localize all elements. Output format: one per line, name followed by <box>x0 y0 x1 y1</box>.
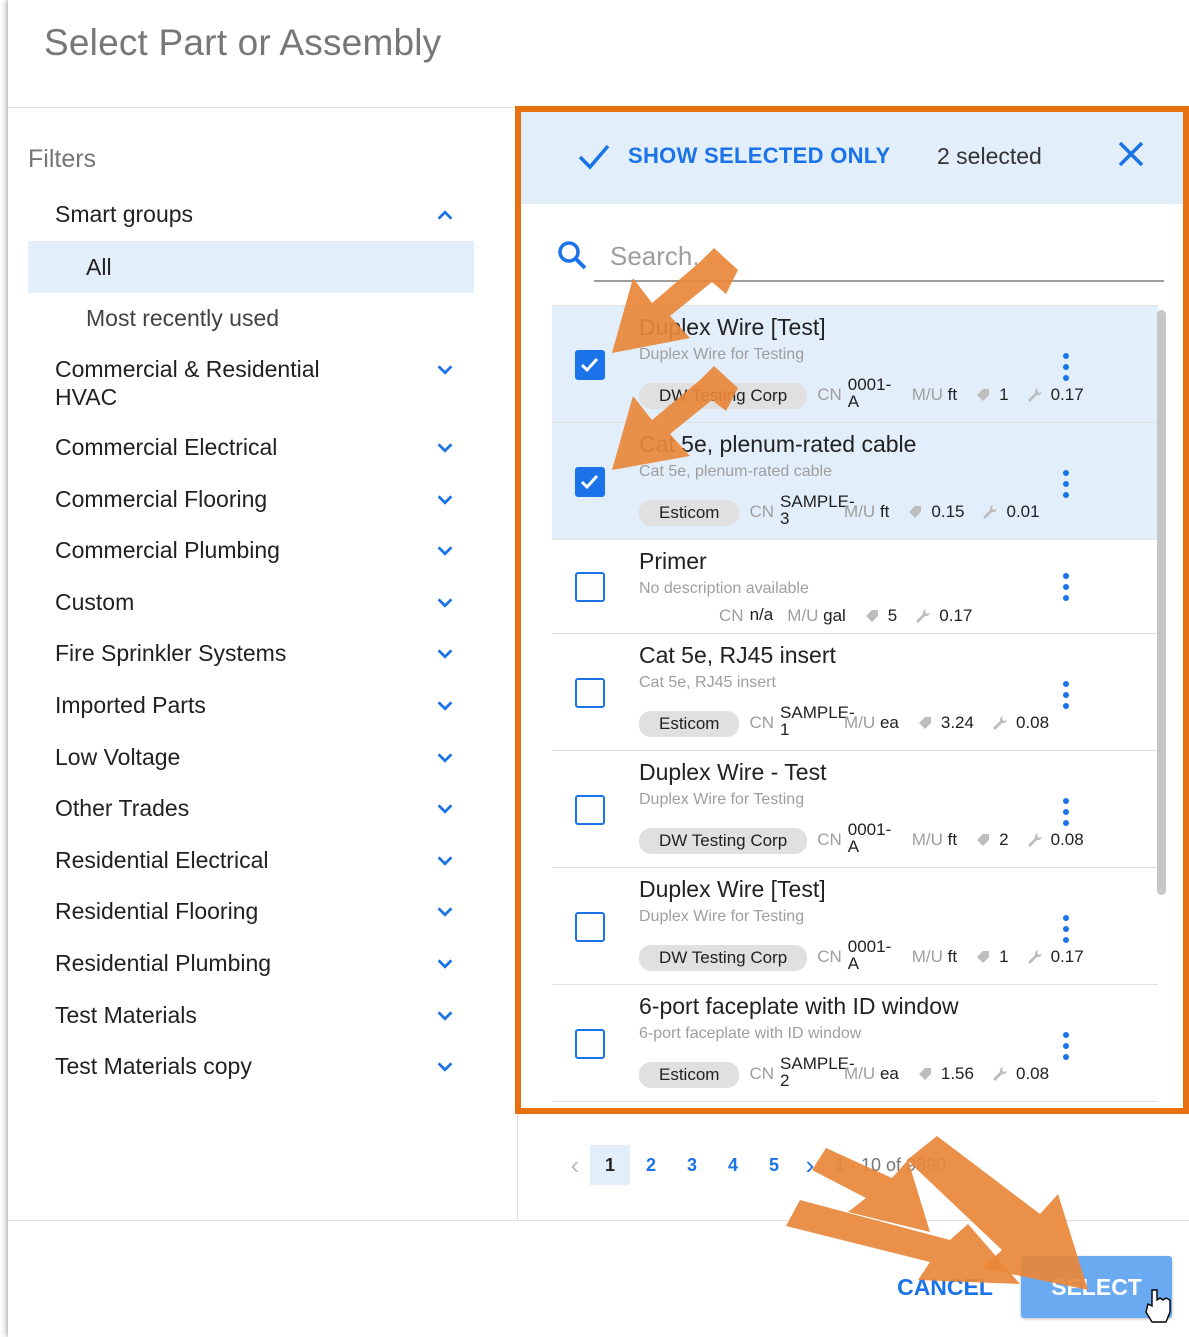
chevron-down-icon <box>437 959 453 969</box>
filter-group[interactable]: Other Trades <box>28 794 474 822</box>
chevron-down-icon <box>437 856 453 866</box>
chevron-down-icon <box>437 1062 453 1072</box>
chevron-right-icon[interactable]: › <box>795 1145 825 1185</box>
page-5[interactable]: 5 <box>754 1145 794 1185</box>
filter-group-label: Test Materials copy <box>55 1053 252 1080</box>
filter-group-label: Commercial & Residential HVAC <box>55 356 320 410</box>
page-2[interactable]: 2 <box>631 1145 671 1185</box>
pagination: ‹ 1 2 3 4 5 › 1 - 10 of 9890 <box>560 1145 946 1185</box>
filter-group[interactable]: Commercial & Residential HVAC <box>28 355 474 411</box>
filter-group-label: Commercial Plumbing <box>55 537 280 564</box>
smart-group-all[interactable]: All <box>28 241 474 293</box>
filters-heading: Filters <box>28 145 97 173</box>
chevron-down-icon <box>437 365 453 375</box>
filter-group-label: Commercial Electrical <box>55 434 278 460</box>
footer-divider <box>8 1220 1189 1221</box>
chevron-down-icon <box>437 1010 453 1021</box>
filter-group[interactable]: Low Voltage <box>28 743 474 771</box>
chevron-down-icon <box>437 701 453 711</box>
filter-group-smart-groups[interactable]: Smart groups <box>28 200 474 228</box>
page-1[interactable]: 1 <box>590 1145 630 1185</box>
filter-group[interactable]: Residential Plumbing <box>28 949 474 977</box>
filter-group[interactable]: Imported Parts <box>28 691 474 719</box>
chevron-down-icon <box>437 494 453 505</box>
smart-group-most-recently-used[interactable]: Most recently used <box>28 292 474 344</box>
chevron-down-icon <box>437 907 453 918</box>
filter-group-label: Custom <box>55 588 135 615</box>
filter-group-label: Low Voltage <box>55 743 181 770</box>
filter-group-label: Residential Flooring <box>55 898 259 925</box>
page-3[interactable]: 3 <box>672 1145 712 1185</box>
filter-group-label: Commercial Flooring <box>55 485 268 512</box>
chevron-down-icon <box>437 804 453 814</box>
chevron-down-icon <box>437 649 453 660</box>
filter-group[interactable]: Test Materials copy <box>28 1052 474 1080</box>
filter-group[interactable]: Fire Sprinkler Systems <box>28 639 474 667</box>
chevron-down-icon <box>437 546 453 556</box>
cancel-button[interactable]: CANCEL <box>882 1262 1008 1312</box>
filter-group-label: Imported Parts <box>55 692 206 718</box>
chevron-down-icon <box>437 443 453 453</box>
filter-group-label: Test Materials <box>55 1001 197 1028</box>
filter-group-label: Residential Electrical <box>55 846 269 873</box>
filter-group[interactable]: Commercial Flooring <box>28 485 474 513</box>
pagination-range: 1 - 10 of 9890 <box>835 1154 947 1175</box>
filter-group[interactable]: Residential Flooring <box>28 897 474 925</box>
select-button[interactable]: SELECT <box>1021 1256 1172 1318</box>
dialog-title: Select Part or Assembly <box>44 22 442 63</box>
filter-group-label: Fire Sprinkler Systems <box>55 640 287 667</box>
chevron-left-icon[interactable]: ‹ <box>560 1145 590 1185</box>
filter-group-label: Smart groups <box>55 201 194 227</box>
chevron-down-icon <box>437 598 453 608</box>
chevron-down-icon <box>437 752 453 763</box>
page-4[interactable]: 4 <box>713 1145 753 1185</box>
filter-group-label: Other Trades <box>55 795 190 822</box>
filter-group[interactable]: Test Materials <box>28 1001 474 1029</box>
filter-group[interactable]: Residential Electrical <box>28 846 474 874</box>
filter-group-label: Residential Plumbing <box>55 950 272 976</box>
filter-group[interactable]: Custom <box>28 588 474 616</box>
filter-group[interactable]: Commercial Plumbing <box>28 536 474 564</box>
chevron-up-icon <box>437 210 453 220</box>
annotation-frame <box>515 106 1189 1114</box>
filter-group[interactable]: Commercial Electrical <box>28 433 474 461</box>
